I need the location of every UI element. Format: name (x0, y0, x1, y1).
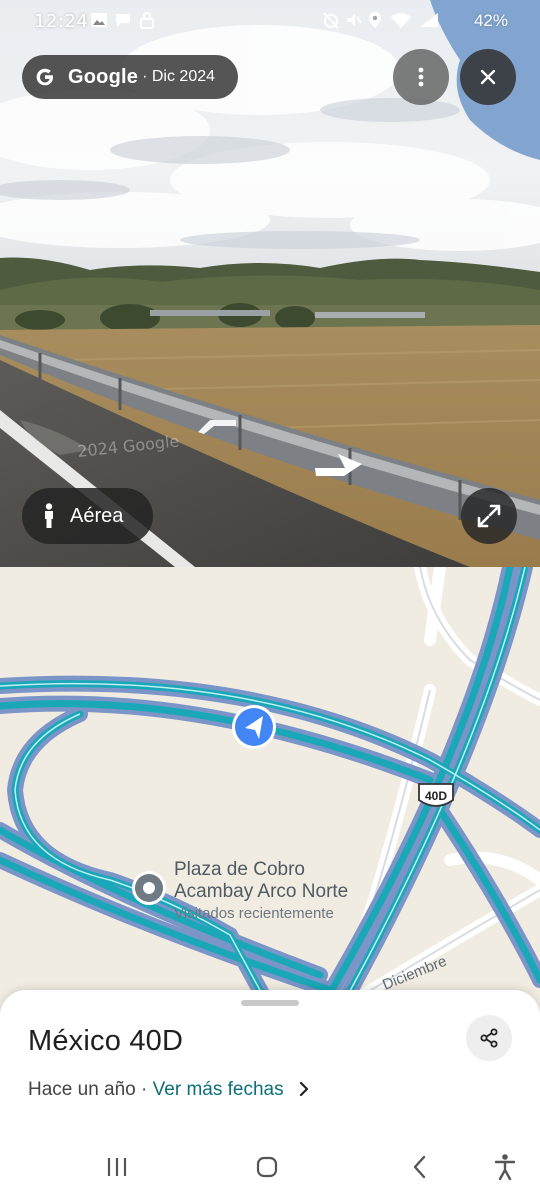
google-brand: Google (68, 65, 139, 88)
home-button[interactable] (250, 1152, 284, 1182)
imagery-age-text: Hace un año · (28, 1079, 153, 1100)
accessibility-icon (494, 1154, 516, 1181)
person-icon (45, 503, 53, 528)
close-icon (480, 69, 496, 85)
home-icon (256, 1156, 278, 1178)
place-title: México 40D (28, 1025, 184, 1057)
poi-name-line2: Acambay Arco Norte (174, 881, 349, 902)
sheet-drag-handle[interactable] (241, 1000, 299, 1006)
accessibility-button[interactable] (488, 1152, 522, 1182)
expand-icon (477, 504, 501, 528)
pin-icon[interactable] (132, 871, 166, 905)
map-view[interactable]: Diciembre 40D (0, 567, 540, 1027)
back-icon (413, 1155, 426, 1179)
poi-label[interactable]: Plaza de Cobro Acambay Arco Norte Visita… (174, 859, 348, 925)
more-options-button[interactable] (393, 49, 449, 105)
back-button[interactable] (403, 1152, 437, 1182)
share-icon (480, 1028, 498, 1048)
mute-icon (347, 14, 362, 26)
fullscreen-button[interactable] (461, 488, 517, 544)
status-bar: 12:24 42% (0, 0, 540, 44)
more-vert-icon (418, 67, 424, 87)
route-shield: 40D (418, 783, 454, 807)
signal-icon (420, 13, 438, 27)
route-shield-text: 40D (425, 789, 447, 803)
aerial-view-label: Aérea (70, 504, 124, 527)
recent-apps-icon (107, 1158, 127, 1176)
chat-icon (116, 14, 130, 27)
imagery-age-row: Hace un año · Ver más fechas (28, 1079, 309, 1101)
capture-date: · Dic 2024 (142, 68, 216, 85)
google-g-icon (36, 68, 53, 86)
wifi-icon (391, 13, 411, 28)
recent-apps-button[interactable] (100, 1152, 134, 1182)
close-button[interactable] (460, 49, 516, 105)
chevron-right-icon[interactable] (299, 1082, 309, 1096)
location-arrow-icon[interactable] (232, 705, 276, 749)
battery-level: 42% (473, 11, 508, 30)
imagery-date-chip[interactable]: Google · Dic 2024 (22, 55, 238, 99)
poi-name-line1: Plaza de Cobro (174, 859, 305, 880)
more-dates-link[interactable]: Ver más fechas (153, 1079, 284, 1100)
lock-icon (140, 12, 154, 29)
aerial-view-button[interactable]: Aérea (22, 488, 153, 544)
location-status-icon (369, 12, 381, 28)
status-time: 12:24 (34, 11, 89, 32)
poi-subtitle: Visitados recientemente (174, 905, 334, 922)
gallery-icon (91, 13, 107, 27)
alarm-off-icon (323, 12, 339, 29)
share-button[interactable] (466, 1015, 512, 1061)
